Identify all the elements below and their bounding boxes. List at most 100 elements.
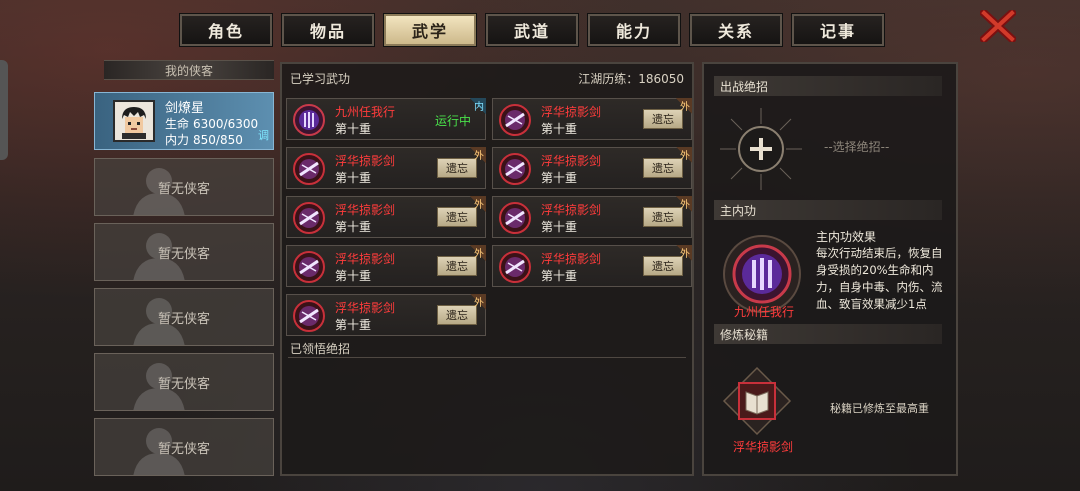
skill-level: 第十重 xyxy=(335,269,372,283)
main-inner-effect-title: 主内功效果 xyxy=(816,230,877,244)
hero-card-selected[interactable]: 剑燎星 生命 6300/6300 内力 850/850 调 xyxy=(94,92,274,150)
tab-character[interactable]: 角色 xyxy=(179,13,273,47)
tab-abilities[interactable]: 能力 xyxy=(587,13,681,47)
manual-status: 秘籍已修炼至最高重 xyxy=(830,402,929,415)
sword-art-icon xyxy=(293,153,325,185)
hero-tune-button[interactable]: 调 xyxy=(258,127,269,143)
mp-value: 850/850 xyxy=(193,133,243,147)
comprehended-moves-label: 已领悟绝招 xyxy=(290,342,351,356)
tab-items[interactable]: 物品 xyxy=(281,13,375,47)
outer-tag: 外 xyxy=(470,294,486,310)
skill-card[interactable]: 浮华掠影剑 第十重 遗忘 外 xyxy=(492,245,692,287)
skill-name: 浮华掠影剑 xyxy=(335,203,396,217)
skill-level: 第十重 xyxy=(541,122,578,136)
detail-panel: 出战绝招 --选择绝招-- 主内功 九州任我行 主内功效果 每次行动结束后，恢复… xyxy=(702,62,958,476)
hero-avatar xyxy=(113,100,155,142)
book-manual-icon xyxy=(722,366,792,436)
skill-name: 浮华掠影剑 xyxy=(335,252,396,266)
close-x-icon xyxy=(980,10,1016,42)
hp-label: 生命 xyxy=(165,117,190,131)
divider xyxy=(288,357,686,358)
mp-label: 内力 xyxy=(165,133,190,147)
sword-art-icon xyxy=(293,251,325,283)
empty-hero-slot[interactable]: 暂无侠客 xyxy=(94,158,274,216)
tab-bar: 角色 物品 武学 武道 能力 关系 记事 xyxy=(179,13,885,47)
sword-art-icon xyxy=(293,300,325,332)
outer-tag: 外 xyxy=(676,196,692,212)
outer-tag: 外 xyxy=(676,98,692,114)
inner-art-icon xyxy=(723,235,801,313)
skill-level: 第十重 xyxy=(541,171,578,185)
skill-card[interactable]: 浮华掠影剑 第十重 遗忘 外 xyxy=(492,98,692,140)
skill-card[interactable]: 浮华掠影剑 第十重 遗忘 外 xyxy=(286,294,486,336)
empty-hero-slot[interactable]: 暂无侠客 xyxy=(94,353,274,411)
empty-slot-label: 暂无侠客 xyxy=(157,441,210,457)
hero-hp: 生命 6300/6300 xyxy=(165,115,258,132)
skill-level: 第十重 xyxy=(335,220,372,234)
skill-level: 第十重 xyxy=(335,318,372,332)
skill-name: 九州任我行 xyxy=(335,105,396,119)
sword-art-icon xyxy=(499,153,531,185)
skill-card[interactable]: 浮华掠影剑 第十重 遗忘 外 xyxy=(286,245,486,287)
learned-skills-label: 已学习武功 xyxy=(290,72,351,86)
skills-panel: 已学习武功 江湖历练：186050 九州任我行 第十重 运行中 内 浮华掠影剑 … xyxy=(280,62,694,476)
sword-art-icon xyxy=(293,202,325,234)
main-inner-section-header: 主内功 xyxy=(714,200,942,220)
manual-icon-frame[interactable] xyxy=(722,366,792,436)
jianghu-exp: 江湖历练：186050 xyxy=(578,72,684,86)
select-ultimate-hint: --选择绝招-- xyxy=(824,140,890,154)
skill-name: 浮华掠影剑 xyxy=(335,154,396,168)
skill-name: 浮华掠影剑 xyxy=(541,252,602,266)
add-plus-icon xyxy=(720,108,802,190)
sword-art-icon xyxy=(499,202,531,234)
skills-header: 已学习武功 江湖历练：186050 xyxy=(290,70,684,87)
empty-hero-slot[interactable]: 暂无侠客 xyxy=(94,288,274,346)
hp-value: 6300/6300 xyxy=(193,117,259,131)
empty-slot-label: 暂无侠客 xyxy=(157,181,210,197)
skill-card[interactable]: 浮华掠影剑 第十重 遗忘 外 xyxy=(286,147,486,189)
sword-art-icon xyxy=(499,251,531,283)
skill-name: 浮华掠影剑 xyxy=(541,105,602,119)
empty-slot-label: 暂无侠客 xyxy=(157,246,210,262)
main-inner-art-icon-frame[interactable] xyxy=(722,234,802,314)
skill-card[interactable]: 浮华掠影剑 第十重 遗忘 外 xyxy=(286,196,486,238)
hero-name: 剑燎星 xyxy=(165,101,205,116)
outer-tag: 外 xyxy=(470,196,486,212)
tab-martial-arts[interactable]: 武学 xyxy=(383,13,477,47)
skill-running-status: 运行中 xyxy=(434,114,471,128)
my-heroes-header: 我的侠客 xyxy=(104,60,274,80)
skill-name: 浮华掠影剑 xyxy=(335,301,396,315)
inner-art-icon xyxy=(293,104,325,136)
outer-tag: 外 xyxy=(470,147,486,163)
sword-art-icon xyxy=(499,104,531,136)
skill-card[interactable]: 浮华掠影剑 第十重 遗忘 外 xyxy=(492,196,692,238)
main-inner-effect-text: 每次行动结束后，恢复自身受损的20%生命和内力，自身中毒、内伤、流血、致盲效果减… xyxy=(816,246,943,311)
training-section-header: 修炼秘籍 xyxy=(714,324,942,344)
main-inner-art-name: 九州任我行 xyxy=(733,305,794,319)
skill-level: 第十重 xyxy=(335,122,372,136)
manual-name: 浮华掠影剑 xyxy=(732,440,793,454)
outer-tag: 外 xyxy=(470,245,486,261)
inner-tag: 内 xyxy=(470,98,486,114)
empty-slot-label: 暂无侠客 xyxy=(157,376,210,392)
skill-level: 第十重 xyxy=(541,269,578,283)
outer-tag: 外 xyxy=(676,245,692,261)
side-drawer-handle[interactable] xyxy=(0,60,8,160)
skill-name: 浮华掠影剑 xyxy=(541,154,602,168)
empty-slot-label: 暂无侠客 xyxy=(157,311,210,327)
tab-journal[interactable]: 记事 xyxy=(791,13,885,47)
ultimate-slot-button[interactable] xyxy=(718,106,804,192)
skill-level: 第十重 xyxy=(541,220,578,234)
hero-portrait-icon xyxy=(116,103,152,139)
tab-relations[interactable]: 关系 xyxy=(689,13,783,47)
skill-card-inner[interactable]: 九州任我行 第十重 运行中 内 xyxy=(286,98,486,140)
empty-hero-slot[interactable]: 暂无侠客 xyxy=(94,418,274,476)
ultimate-section-header: 出战绝招 xyxy=(714,76,942,96)
skill-name: 浮华掠影剑 xyxy=(541,203,602,217)
close-button[interactable] xyxy=(978,8,1018,44)
skill-level: 第十重 xyxy=(335,171,372,185)
tab-martial-path[interactable]: 武道 xyxy=(485,13,579,47)
skill-card[interactable]: 浮华掠影剑 第十重 遗忘 外 xyxy=(492,147,692,189)
empty-hero-slot[interactable]: 暂无侠客 xyxy=(94,223,274,281)
hero-mp: 内力 850/850 xyxy=(165,131,243,148)
